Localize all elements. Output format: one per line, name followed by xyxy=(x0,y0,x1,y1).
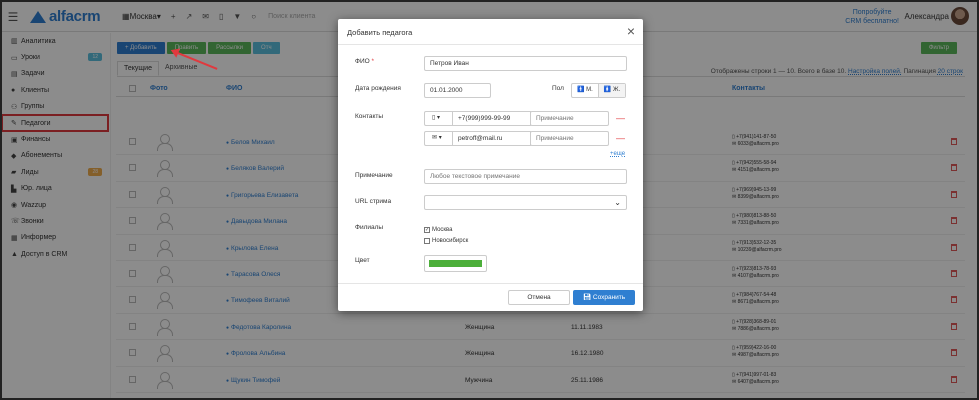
add-teacher-dialog: Добавить педагога × ФИО * Дата рождения … xyxy=(338,19,643,311)
save-label: Сохранить xyxy=(592,294,626,301)
chevron-down-icon: ⌄ xyxy=(614,198,621,207)
gender-male-option[interactable]: 🚹 М. xyxy=(572,84,599,97)
note-label: Примечание xyxy=(355,172,393,179)
save-icon: 💾︎ xyxy=(582,294,593,301)
color-picker[interactable] xyxy=(424,255,487,272)
branch-moscow-label: Москва xyxy=(432,227,453,233)
fio-label: ФИО * xyxy=(355,58,374,65)
cancel-button[interactable]: Отмена xyxy=(508,290,570,305)
dialog-header: Добавить педагога × xyxy=(338,19,643,45)
gender-female-text: Ж. xyxy=(612,87,621,93)
color-label: Цвет xyxy=(355,257,370,264)
contacts-label: Контакты xyxy=(355,113,384,120)
gender-female-option[interactable]: 🚺 Ж. xyxy=(598,84,626,97)
phone-type-select[interactable]: ▯ ▾ xyxy=(424,111,453,126)
save-button[interactable]: 💾︎ Сохранить xyxy=(573,290,635,305)
required-mark: * xyxy=(371,58,375,65)
gender-label: Пол xyxy=(552,85,564,92)
email-note-input[interactable] xyxy=(530,131,609,146)
mail-icon: ✉ xyxy=(432,135,438,141)
dob-label: Дата рождения xyxy=(355,85,401,92)
branch-moscow-checkbox[interactable]: ✓ Москва xyxy=(424,227,452,233)
branch-novosibirsk-checkbox[interactable]: Новосибирск xyxy=(424,238,468,244)
gender-toggle: 🚹 М. 🚺 Ж. xyxy=(571,83,627,98)
mobile-icon: ▯ xyxy=(432,115,436,121)
checkbox-checked-icon: ✓ xyxy=(424,227,430,233)
email-input[interactable] xyxy=(452,131,531,146)
note-input[interactable] xyxy=(424,169,627,184)
phone-note-input[interactable] xyxy=(530,111,609,126)
add-contact-link[interactable]: +еще xyxy=(610,151,625,157)
dob-input[interactable] xyxy=(424,83,491,98)
remove-email-icon[interactable]: — xyxy=(616,134,625,143)
remove-phone-icon[interactable]: — xyxy=(616,114,625,123)
url-select[interactable]: ⌄ xyxy=(424,195,627,210)
checkbox-icon xyxy=(424,238,430,244)
phone-input[interactable] xyxy=(452,111,531,126)
email-type-select[interactable]: ✉ ▾ xyxy=(424,131,453,146)
branches-label: Филиалы xyxy=(355,224,384,231)
app-window: ☰ alfacrm ▦ Москва ▾ + ↗ ✉ ▯ ▼ ○ Поиск к… xyxy=(0,0,979,400)
url-label: URL стрима xyxy=(355,198,392,205)
branch-novosibirsk-label: Новосибирск xyxy=(432,238,469,244)
gender-male-text: М. xyxy=(586,87,593,93)
dialog-title: Добавить педагога xyxy=(347,28,413,37)
fio-input[interactable] xyxy=(424,56,627,71)
close-icon[interactable]: × xyxy=(627,23,635,39)
color-swatch xyxy=(429,260,482,267)
fio-label-text: ФИО xyxy=(355,58,370,65)
